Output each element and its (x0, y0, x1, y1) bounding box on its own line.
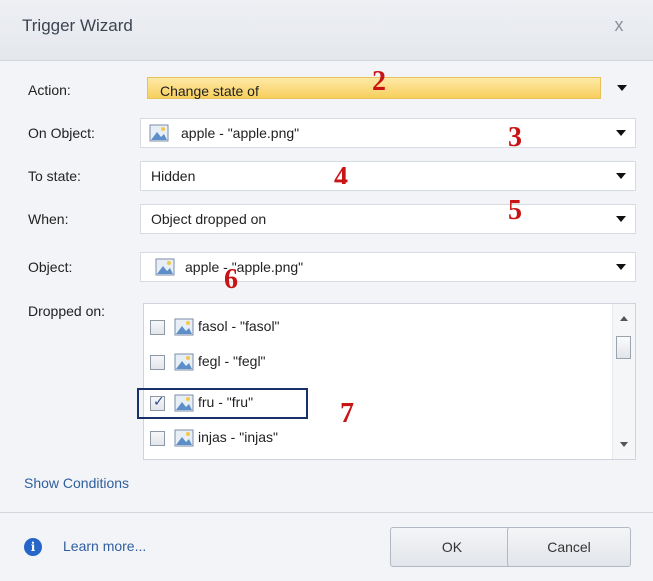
chevron-down-icon[interactable] (616, 173, 626, 179)
annotation-7: 7 (340, 398, 354, 429)
chevron-down-icon[interactable] (616, 216, 626, 222)
close-icon[interactable]: x (606, 12, 632, 38)
scroll-up-icon[interactable] (620, 316, 628, 321)
chevron-down-icon[interactable] (616, 264, 626, 270)
object-value: apple - "apple.png" (185, 259, 304, 275)
trigger-wizard-dialog: Trigger Wizard x Action: Change state of… (0, 0, 653, 581)
to-state-label: To state: (28, 168, 81, 184)
annotation-2: 2 (372, 66, 386, 97)
image-icon (149, 124, 169, 142)
on-object-dropdown[interactable]: apple - "apple.png" (140, 118, 636, 148)
when-dropdown[interactable]: Object dropped on (140, 204, 636, 234)
checkbox[interactable] (150, 431, 165, 446)
annotation-6: 6 (224, 264, 238, 295)
footer-divider (0, 512, 653, 513)
object-dropdown[interactable]: apple - "apple.png" (140, 252, 636, 282)
vertical-scrollbar[interactable] (612, 304, 635, 459)
image-icon (174, 318, 194, 336)
action-label: Action: (28, 82, 71, 98)
image-icon (174, 353, 194, 371)
list-item[interactable]: fasol - "fasol" (144, 317, 604, 341)
action-dropdown[interactable]: Change state of (140, 74, 636, 104)
on-object-label: On Object: (28, 125, 95, 141)
list-item[interactable]: injas - "injas" (144, 428, 604, 452)
list-item[interactable]: fegl - "fegl" (144, 352, 604, 376)
action-value: Change state of (160, 83, 259, 99)
learn-more-link[interactable]: Learn more... (63, 538, 146, 554)
dropped-on-listbox[interactable]: fasol - "fasol" fegl - "fegl" ✓ fru - "f… (143, 303, 636, 460)
when-label: When: (28, 211, 69, 227)
selection-highlight-box (137, 388, 308, 419)
image-icon (174, 429, 194, 447)
to-state-dropdown[interactable]: Hidden (140, 161, 636, 191)
chevron-down-icon[interactable] (616, 130, 626, 136)
scroll-thumb[interactable] (616, 336, 631, 359)
checkbox[interactable] (150, 320, 165, 335)
dropped-on-label: Dropped on: (28, 303, 106, 319)
image-icon (155, 258, 175, 276)
title-bar: Trigger Wizard x (0, 0, 653, 61)
on-object-value: apple - "apple.png" (181, 125, 300, 141)
list-item-label: fasol - "fasol" (198, 318, 280, 334)
to-state-value: Hidden (151, 168, 196, 184)
info-icon: i (24, 538, 42, 556)
show-conditions-link[interactable]: Show Conditions (24, 475, 129, 491)
checkbox[interactable] (150, 355, 165, 370)
scroll-down-icon[interactable] (620, 442, 628, 447)
annotation-5: 5 (508, 195, 522, 226)
list-item-label: injas - "injas" (198, 429, 278, 445)
window-title: Trigger Wizard (22, 16, 133, 35)
list-item-label: fegl - "fegl" (198, 353, 266, 369)
chevron-down-icon[interactable] (617, 85, 627, 91)
cancel-button[interactable]: Cancel (507, 527, 631, 567)
annotation-3: 3 (508, 122, 522, 153)
when-value: Object dropped on (151, 211, 267, 227)
annotation-4: 4 (334, 162, 348, 184)
object-label: Object: (28, 259, 73, 275)
ok-button[interactable]: OK (390, 527, 514, 567)
